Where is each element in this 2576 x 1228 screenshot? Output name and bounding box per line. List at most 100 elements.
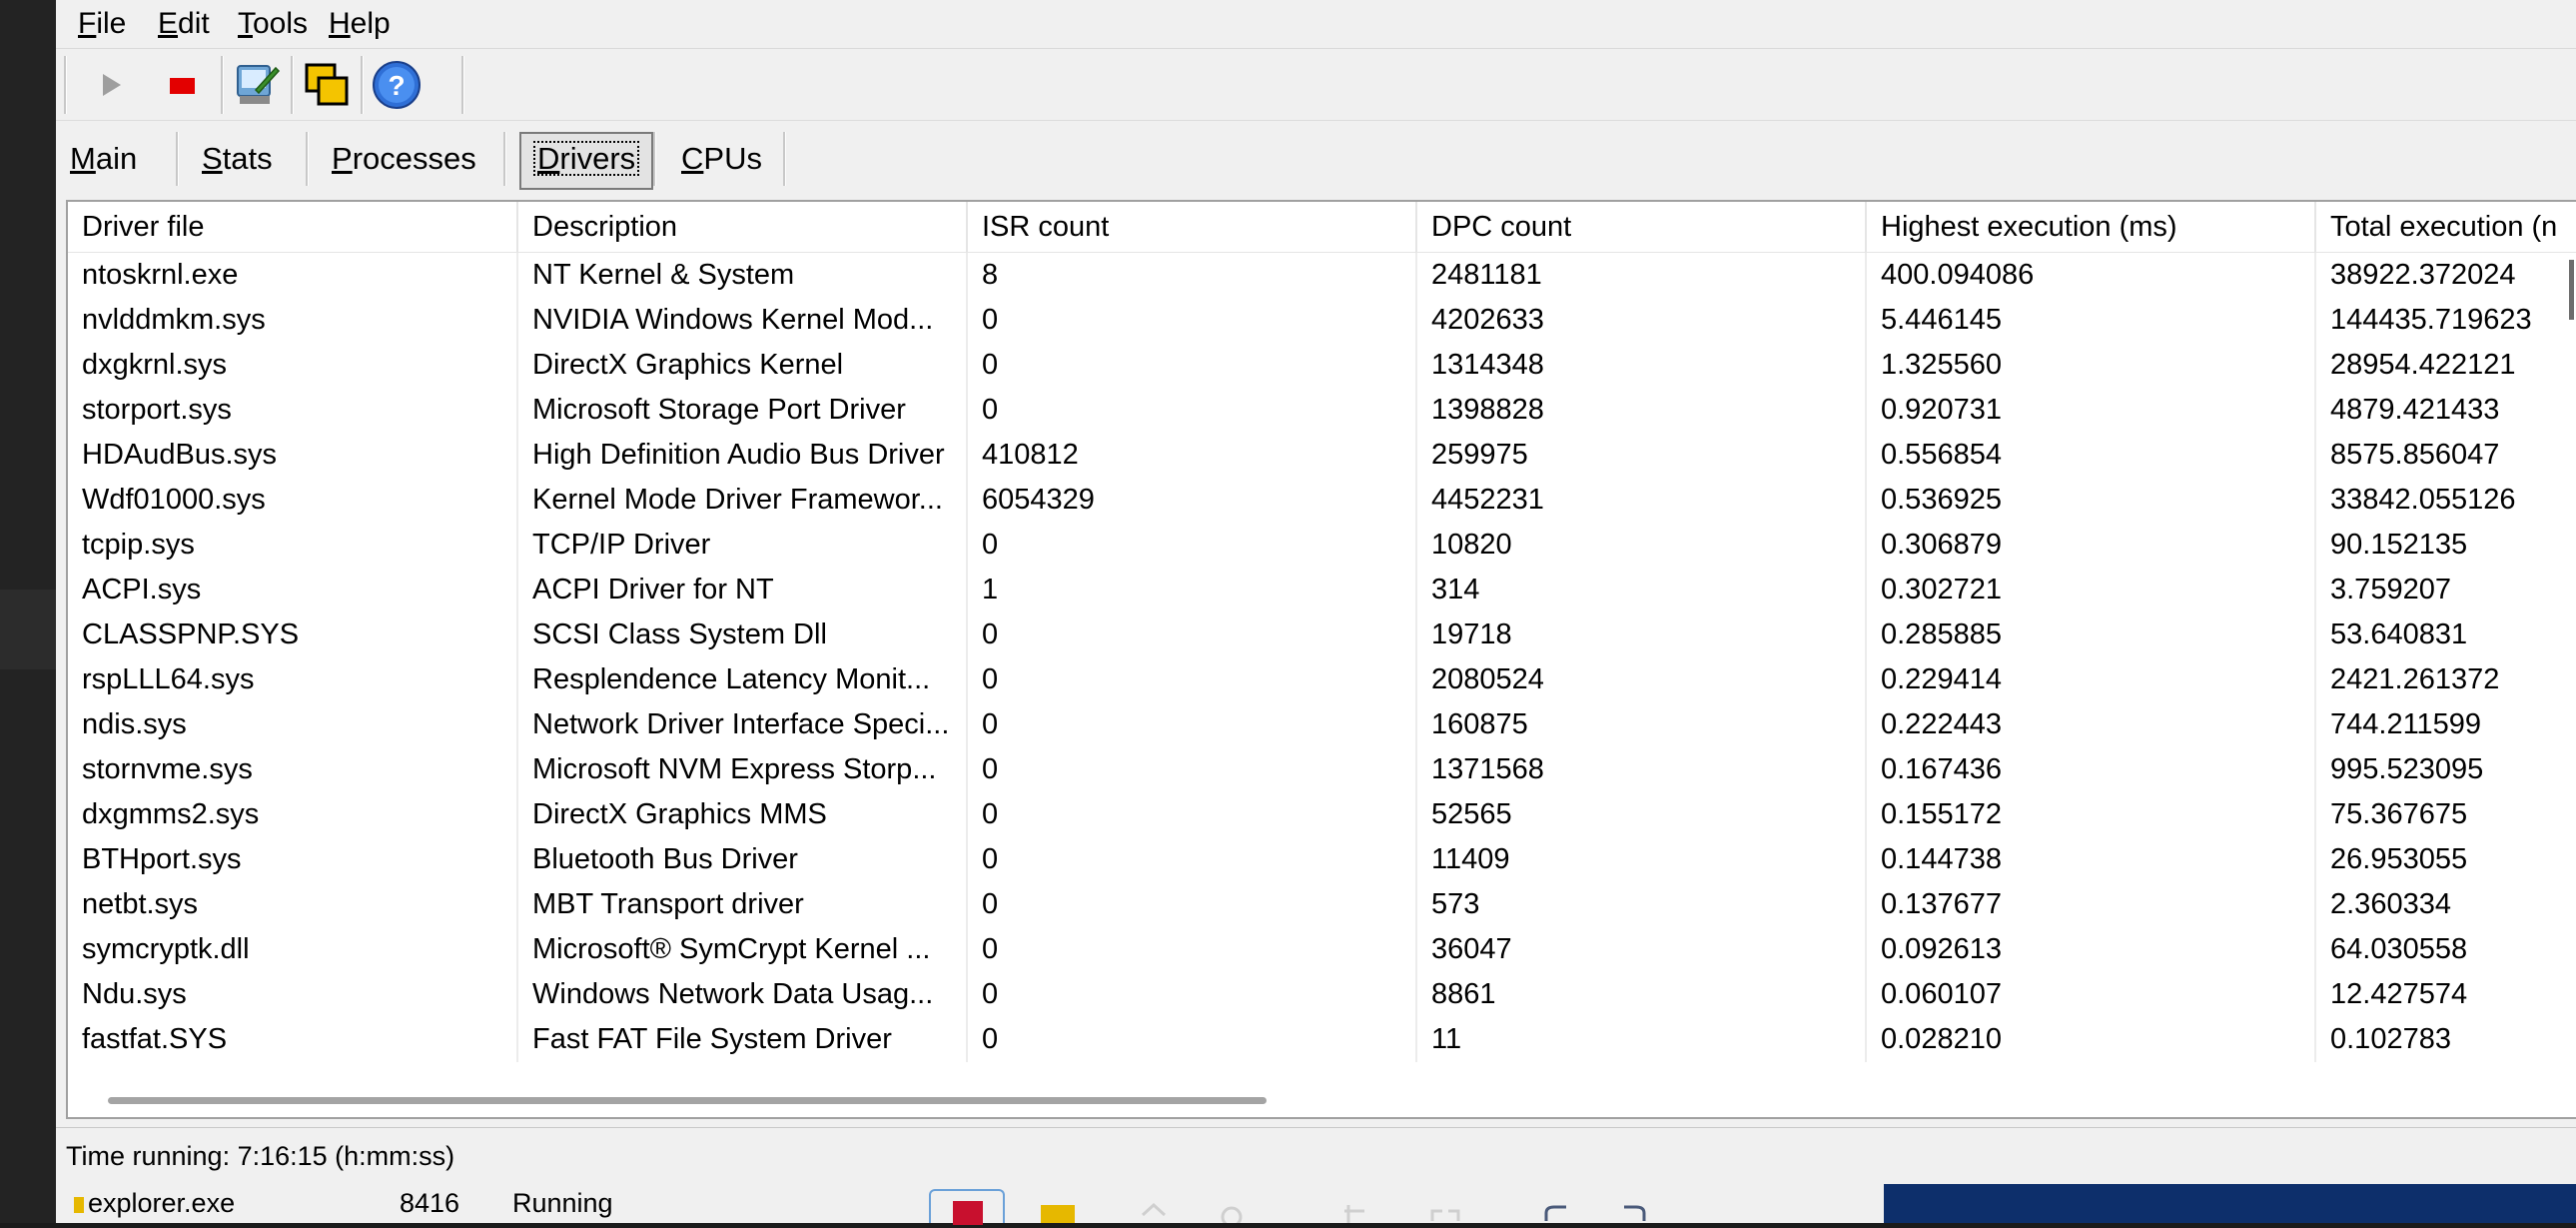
menu-help-label: elp <box>350 7 391 40</box>
vertical-scrollbar-thumb[interactable] <box>2569 260 2574 320</box>
cell-highest-execution: 0.302721 <box>1866 568 2316 613</box>
cell-description: Kernel Mode Driver Framewor... <box>517 478 968 523</box>
cell-highest-execution: 0.920731 <box>1866 388 2316 433</box>
cell-dpc-count: 10820 <box>1416 523 1867 568</box>
start-button[interactable] <box>82 56 140 114</box>
toolbar-separator <box>291 56 294 114</box>
cell-isr-count: 0 <box>967 388 1417 433</box>
cell-description: Bluetooth Bus Driver <box>517 837 968 882</box>
latencymon-window: File Edit Tools Help ? Main Stats Proces… <box>56 0 2576 1184</box>
tab-processes[interactable]: Processes <box>320 132 488 186</box>
table-row[interactable]: dxgkrnl.sys DirectX Graphics Kernel 0 13143… <box>68 343 2576 388</box>
cell-isr-count: 410812 <box>967 433 1417 478</box>
table-row[interactable]: rspLLL64.sys Resplendence Latency Monit..… <box>68 657 2576 702</box>
cell-highest-execution: 0.536925 <box>1866 478 2316 523</box>
tab-processes-mnemonic: P <box>332 141 353 176</box>
table-row[interactable]: HDAudBus.sys High Definition Audio Bus Dr… <box>68 433 2576 478</box>
taskbar-active-app-icon[interactable] <box>929 1189 1005 1225</box>
column-header-dpc-count[interactable]: DPC count <box>1416 202 1867 253</box>
cell-isr-count: 0 <box>967 523 1417 568</box>
table-row[interactable]: ndis.sys Network Driver Interface Speci..… <box>68 702 2576 747</box>
tab-cpus[interactable]: CPUs <box>669 132 774 186</box>
table-row[interactable]: Wdf01000.sys Kernel Mode Driver Framewor.… <box>68 478 2576 523</box>
tab-stats-label: tats <box>222 141 273 176</box>
process-state: Running <box>512 1188 613 1218</box>
tab-stats[interactable]: Stats <box>190 132 285 186</box>
taskbar-crop-icon[interactable] <box>1336 1191 1370 1223</box>
cell-dpc-count: 11409 <box>1416 837 1867 882</box>
cell-isr-count: 0 <box>967 837 1417 882</box>
tab-main[interactable]: Main <box>58 132 149 186</box>
menu-tools[interactable]: Tools <box>230 6 316 42</box>
taskbar-folder-icon[interactable] <box>1041 1191 1075 1223</box>
column-header-description[interactable]: Description <box>517 202 968 253</box>
table-row[interactable]: nvlddmkm.sys NVIDIA Windows Kernel Mod...… <box>68 298 2576 343</box>
column-header-total-execution[interactable]: Total execution (n <box>2315 202 2576 253</box>
cell-driver-file: tcpip.sys <box>68 523 518 568</box>
app-icon <box>953 1201 983 1225</box>
menu-help[interactable]: Help <box>321 6 399 42</box>
tab-drivers-mnemonic: D <box>537 141 560 176</box>
table-row[interactable]: BTHport.sys Bluetooth Bus Driver 0 11409 0.1… <box>68 837 2576 882</box>
time-running-label: Time running: 7:16:15 (h:mm:ss) <box>66 1141 455 1171</box>
copy-button[interactable] <box>298 56 356 114</box>
cell-description: SCSI Class System Dll <box>517 613 968 657</box>
cell-total-execution: 28954.422121 <box>2315 343 2576 388</box>
table-row[interactable]: Ndu.sys Windows Network Data Usag... 0 8861… <box>68 972 2576 1017</box>
horizontal-scrollbar[interactable] <box>68 1083 2576 1117</box>
cell-total-execution: 12.427574 <box>2315 972 2576 1017</box>
cell-highest-execution: 0.285885 <box>1866 613 2316 657</box>
cell-dpc-count: 52565 <box>1416 792 1867 837</box>
cell-driver-file: CLASSPNP.SYS <box>68 613 518 657</box>
table-row[interactable]: storport.sys Microsoft Storage Port Drive… <box>68 388 2576 433</box>
table-row[interactable]: ACPI.sys ACPI Driver for NT 1 314 0.302721 3.… <box>68 568 2576 613</box>
taskbar-search-icon[interactable] <box>1215 1191 1249 1228</box>
column-header-driver-file[interactable]: Driver file <box>68 202 518 253</box>
cell-description: Microsoft Storage Port Driver <box>517 388 968 433</box>
column-header-isr-count[interactable]: ISR count <box>967 202 1417 253</box>
cell-dpc-count: 1398828 <box>1416 388 1867 433</box>
table-row[interactable]: netbt.sys MBT Transport driver 0 573 0.13767… <box>68 882 2576 927</box>
drivers-list[interactable]: Driver file Description ISR count DPC co… <box>66 200 2576 1119</box>
cell-dpc-count: 4452231 <box>1416 478 1867 523</box>
cell-highest-execution: 0.167436 <box>1866 747 2316 792</box>
cell-total-execution: 744.211599 <box>2315 702 2576 747</box>
help-button[interactable]: ? <box>368 56 426 114</box>
scrollbar-thumb[interactable] <box>108 1097 1267 1104</box>
table-row[interactable]: stornvme.sys Microsoft NVM Express Storp.… <box>68 747 2576 792</box>
cell-description: Microsoft NVM Express Storp... <box>517 747 968 792</box>
table-row[interactable]: symcryptk.dll Microsoft® SymCrypt Kernel … <box>68 927 2576 972</box>
cell-dpc-count: 2080524 <box>1416 657 1867 702</box>
cell-description: TCP/IP Driver <box>517 523 968 568</box>
cell-driver-file: netbt.sys <box>68 882 518 927</box>
process-name-cell: explorer.exe <box>74 1184 235 1223</box>
settings-button[interactable] <box>228 56 286 114</box>
cell-highest-execution: 0.060107 <box>1866 972 2316 1017</box>
cell-isr-count: 1 <box>967 568 1417 613</box>
menu-edit[interactable]: Edit <box>150 6 218 42</box>
taskbar-home-icon[interactable] <box>1137 1191 1171 1223</box>
cell-description: Fast FAT File System Driver <box>517 1017 968 1062</box>
table-row[interactable]: CLASSPNP.SYS SCSI Class System Dll 0 19718 0… <box>68 613 2576 657</box>
taskbar-undo-icon[interactable] <box>1538 1191 1572 1223</box>
cell-driver-file: rspLLL64.sys <box>68 657 518 702</box>
table-row[interactable]: ntoskrnl.exe NT Kernel & System 8 2481181 40… <box>68 252 2576 298</box>
tab-drivers[interactable]: Drivers <box>519 132 654 190</box>
table-row[interactable]: dxgmms2.sys DirectX Graphics MMS 0 52565 0.1… <box>68 792 2576 837</box>
table-row[interactable]: tcpip.sys TCP/IP Driver 0 10820 0.306879 90.1… <box>68 523 2576 568</box>
cell-isr-count: 0 <box>967 747 1417 792</box>
tab-cpus-label: PUs <box>703 141 762 176</box>
tab-processes-label: rocesses <box>352 141 476 176</box>
taskbar-redo-icon[interactable] <box>1618 1191 1652 1223</box>
menu-file-label: ile <box>96 7 127 40</box>
menu-file[interactable]: File <box>70 6 134 42</box>
cell-isr-count: 0 <box>967 657 1417 702</box>
stop-button[interactable] <box>153 56 211 114</box>
cell-dpc-count: 2481181 <box>1416 252 1867 298</box>
cell-driver-file: ntoskrnl.exe <box>68 252 518 298</box>
cell-highest-execution: 0.028210 <box>1866 1017 2316 1062</box>
cell-driver-file: fastfat.SYS <box>68 1017 518 1062</box>
table-row[interactable]: fastfat.SYS Fast FAT File System Driver 0 1… <box>68 1017 2576 1062</box>
column-header-highest-execution[interactable]: Highest execution (ms) <box>1866 202 2316 253</box>
taskbar-expand-icon[interactable] <box>1428 1191 1462 1223</box>
